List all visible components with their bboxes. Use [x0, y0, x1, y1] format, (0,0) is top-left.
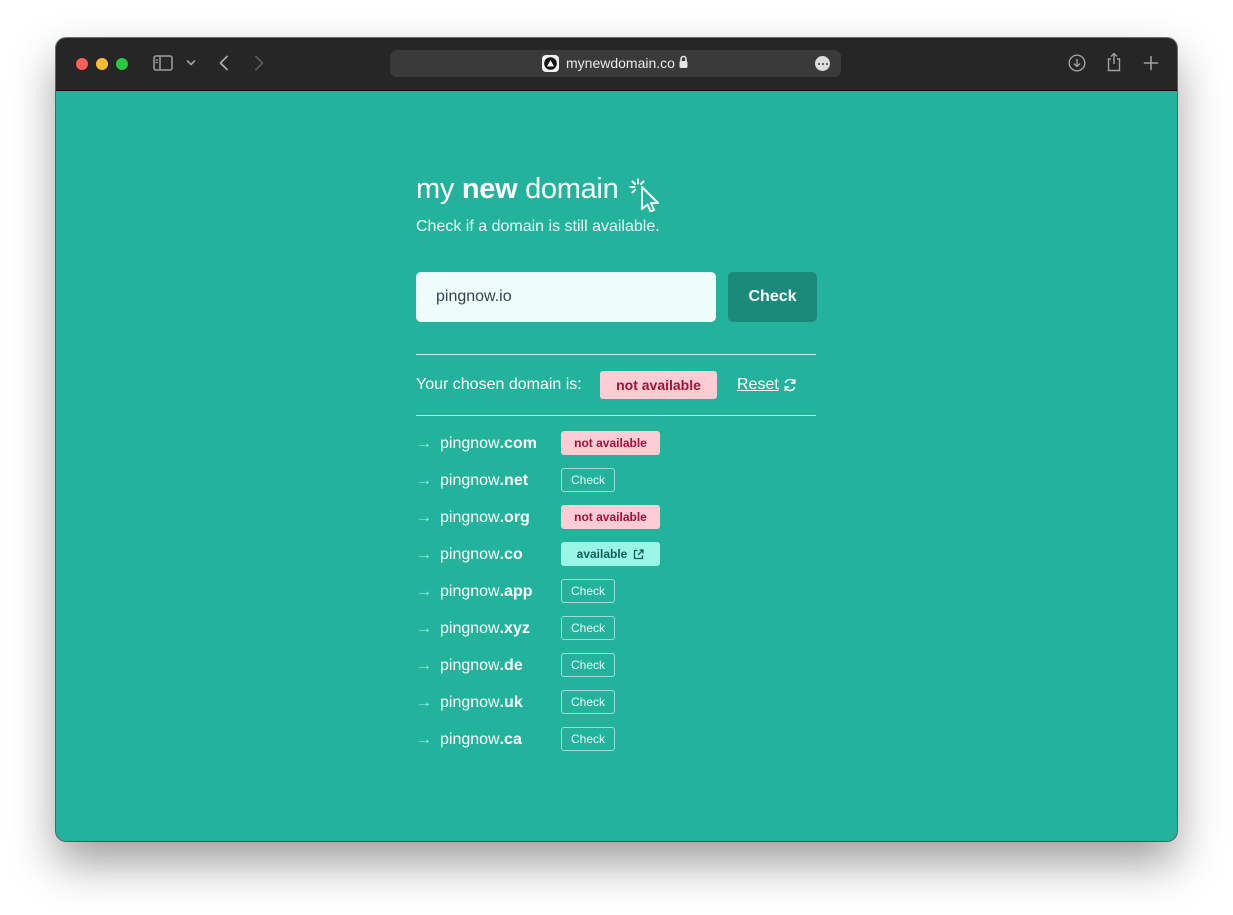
address-bar[interactable]: mynewdomain.co	[390, 50, 841, 77]
check-domain-button[interactable]: Check	[561, 653, 615, 677]
downloads-icon[interactable]	[1068, 54, 1086, 72]
arrow-right-icon: →	[416, 472, 432, 489]
domain-input[interactable]	[416, 272, 716, 322]
domain-name: pingnow.xyz	[440, 620, 530, 637]
chosen-domain-label: Your chosen domain is:	[416, 376, 582, 393]
refresh-icon[interactable]	[783, 378, 797, 397]
zoom-window-button[interactable]	[116, 58, 128, 70]
arrow-right-icon: →	[416, 435, 432, 452]
brand-prefix: my	[416, 173, 455, 205]
browser-window: mynewdomain.co my new domain Check if a …	[56, 38, 1177, 841]
site-favicon-icon	[542, 55, 559, 72]
chosen-domain-status-badge: not available	[600, 371, 717, 399]
check-domain-button[interactable]: Check	[561, 468, 615, 492]
list-item: → pingnow.co available	[416, 542, 816, 582]
page-subtitle: Check if a domain is still available.	[416, 218, 660, 235]
list-item: → pingnow.org not available	[416, 505, 816, 545]
domain-name: pingnow.org	[440, 509, 530, 526]
cursor-click-icon	[629, 178, 663, 217]
reset-link[interactable]: Reset	[737, 376, 779, 394]
available-link-badge[interactable]: available	[561, 542, 660, 566]
lock-icon	[678, 55, 689, 74]
list-item: → pingnow.xyz Check	[416, 616, 816, 656]
brand-bold: new	[461, 173, 518, 205]
arrow-right-icon: →	[416, 620, 432, 637]
sidebar-toggle-icon[interactable]	[153, 55, 173, 71]
brand-suffix: domain	[525, 173, 619, 205]
close-window-button[interactable]	[76, 58, 88, 70]
domain-name: pingnow.de	[440, 657, 523, 674]
check-domain-button[interactable]: Check	[561, 579, 615, 603]
arrow-right-icon: →	[416, 731, 432, 748]
minimize-window-button[interactable]	[96, 58, 108, 70]
list-item: → pingnow.com not available	[416, 431, 816, 471]
new-tab-icon[interactable]	[1143, 55, 1159, 71]
list-item: → pingnow.ca Check	[416, 727, 816, 767]
available-label: available	[576, 547, 628, 561]
url-text: mynewdomain.co	[566, 55, 675, 71]
arrow-right-icon: →	[416, 509, 432, 526]
domain-name: pingnow.com	[440, 435, 537, 452]
check-button[interactable]: Check	[728, 272, 817, 322]
arrow-right-icon: →	[416, 657, 432, 674]
arrow-right-icon: →	[416, 583, 432, 600]
check-domain-button[interactable]: Check	[561, 690, 615, 714]
domain-name: pingnow.app	[440, 583, 533, 600]
arrow-right-icon: →	[416, 694, 432, 711]
divider-top	[416, 354, 816, 355]
alternative-domains-list: → pingnow.com not available → pingnow.ne…	[416, 431, 816, 767]
arrow-right-icon: →	[416, 546, 432, 563]
list-item: → pingnow.uk Check	[416, 690, 816, 730]
check-domain-button[interactable]: Check	[561, 727, 615, 751]
list-item: → pingnow.de Check	[416, 653, 816, 693]
back-icon[interactable]	[218, 55, 230, 71]
domain-name: pingnow.uk	[440, 694, 523, 711]
divider-bottom	[416, 415, 816, 416]
status-badge: not available	[561, 505, 660, 529]
domain-name: pingnow.ca	[440, 731, 522, 748]
forward-icon[interactable]	[253, 55, 265, 71]
status-badge: not available	[561, 431, 660, 455]
page-menu-icon[interactable]	[815, 56, 830, 71]
browser-toolbar: mynewdomain.co	[56, 38, 1177, 91]
page-title: my new domain	[416, 172, 619, 206]
domain-name: pingnow.net	[440, 472, 529, 489]
chevron-down-icon[interactable]	[186, 59, 196, 67]
list-item: → pingnow.net Check	[416, 468, 816, 508]
domain-name: pingnow.co	[440, 546, 523, 563]
external-link-icon	[634, 548, 644, 559]
check-domain-button[interactable]: Check	[561, 616, 615, 640]
list-item: → pingnow.app Check	[416, 579, 816, 619]
share-icon[interactable]	[1105, 52, 1123, 72]
